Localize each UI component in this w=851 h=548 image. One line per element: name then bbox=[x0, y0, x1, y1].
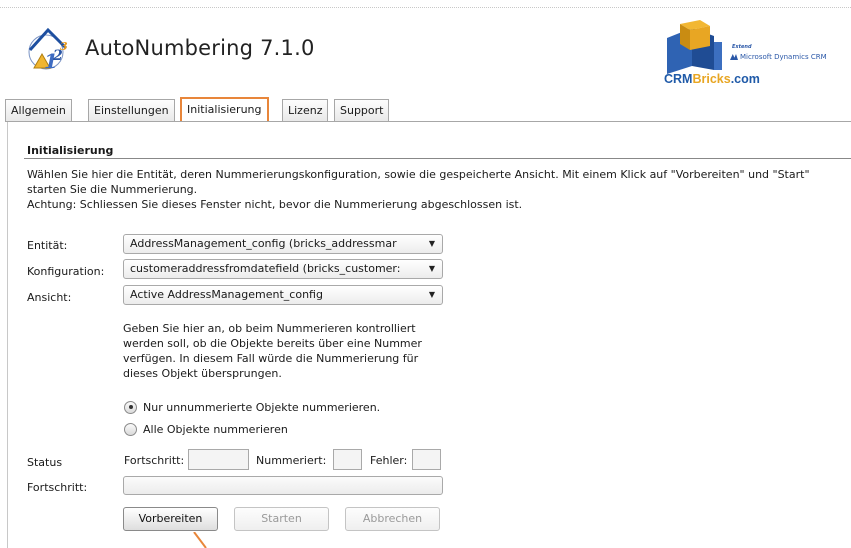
config-label: Konfiguration: bbox=[27, 265, 105, 278]
radio-checked-icon bbox=[124, 400, 137, 414]
ms-logo-icon bbox=[730, 54, 738, 60]
entity-label: Entität: bbox=[27, 239, 68, 252]
warning-text: Achtung: Schliessen Sie dieses Fenster n… bbox=[27, 198, 523, 211]
section-description: Wählen Sie hier die Entität, deren Numme… bbox=[27, 167, 837, 212]
progress-count-label: Fortschritt: bbox=[124, 454, 185, 467]
prepare-button[interactable]: Vorbereiten bbox=[123, 507, 218, 531]
view-select-value: Active AddressManagement_config bbox=[130, 288, 323, 301]
section-title: Initialisierung bbox=[27, 144, 114, 157]
errors-label: Fehler: bbox=[370, 454, 408, 467]
crmbricks-brand-logo: Extend Microsoft Dynamics CRM CRMBricks.… bbox=[662, 20, 837, 90]
autonumbering-logo-icon: 1 2 3 bbox=[28, 27, 68, 73]
dropdown-arrow-icon: ▼ bbox=[428, 264, 435, 273]
brand-ms-text: Microsoft Dynamics CRM bbox=[730, 53, 827, 61]
brand-url-crm: CRM bbox=[664, 72, 693, 86]
tab-lizenz[interactable]: Lizenz bbox=[282, 99, 329, 121]
numbered-field bbox=[333, 449, 362, 470]
numbering-hint-text: Geben Sie hier an, ob beim Nummerieren k… bbox=[123, 322, 422, 380]
tab-initialisierung[interactable]: Initialisierung bbox=[180, 97, 269, 122]
tab-support[interactable]: Support bbox=[334, 99, 390, 121]
entity-select[interactable]: AddressManagement_config (bricks_address… bbox=[123, 234, 443, 254]
svg-text:3: 3 bbox=[60, 40, 68, 53]
brand-url-com: .com bbox=[730, 72, 760, 86]
dropdown-arrow-icon: ▼ bbox=[428, 290, 435, 299]
dropdown-arrow-icon: ▼ bbox=[428, 239, 435, 248]
description-text: Wählen Sie hier die Entität, deren Numme… bbox=[27, 168, 810, 196]
top-divider bbox=[0, 7, 851, 8]
config-select[interactable]: customeraddressfromdatefield (bricks_cus… bbox=[123, 259, 443, 279]
config-select-value: customeraddressfromdatefield (bricks_cus… bbox=[130, 262, 401, 275]
progress-row-label: Fortschritt: bbox=[27, 481, 88, 494]
brand-extend-text: Extend bbox=[732, 44, 752, 50]
brand-ms-label: Microsoft Dynamics CRM bbox=[740, 53, 827, 61]
start-button[interactable]: Starten bbox=[234, 507, 329, 531]
brand-url: CRMBricks.com bbox=[664, 72, 760, 86]
tab-allgemein[interactable]: Allgemein bbox=[5, 99, 72, 121]
radio-only-unnumbered[interactable]: Nur unnummerierte Objekte nummerieren. bbox=[124, 399, 380, 415]
view-label: Ansicht: bbox=[27, 291, 72, 304]
tab-einstellungen[interactable]: Einstellungen bbox=[88, 99, 175, 121]
cubes-logo-icon bbox=[667, 20, 722, 74]
cancel-button[interactable]: Abbrechen bbox=[345, 507, 440, 531]
radio-label: Alle Objekte nummerieren bbox=[143, 422, 288, 436]
status-label: Status bbox=[27, 456, 63, 469]
radio-all-objects[interactable]: Alle Objekte nummerieren bbox=[124, 421, 288, 437]
annotation-arrow-icon bbox=[193, 532, 207, 548]
radio-unchecked-icon bbox=[124, 422, 137, 436]
section-divider bbox=[24, 158, 851, 159]
progress-bar bbox=[123, 476, 443, 495]
view-select[interactable]: Active AddressManagement_config ▼ bbox=[123, 285, 443, 305]
radio-label: Nur unnummerierte Objekte nummerieren. bbox=[143, 400, 381, 414]
numbered-label: Nummeriert: bbox=[256, 454, 327, 467]
brand-url-bricks: Bricks bbox=[692, 72, 731, 86]
app-title: AutoNumbering 7.1.0 bbox=[85, 36, 315, 60]
entity-select-value: AddressManagement_config (bricks_address… bbox=[130, 237, 397, 250]
progress-count-field bbox=[188, 449, 249, 470]
errors-field bbox=[412, 449, 441, 470]
